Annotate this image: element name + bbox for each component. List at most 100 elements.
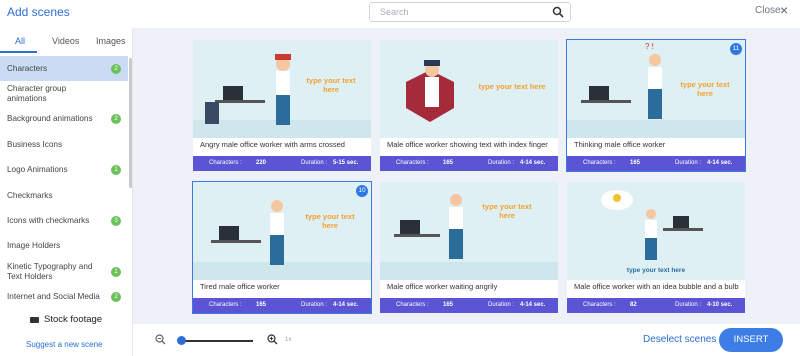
sidebar-item-character-group-animations[interactable]: Character group animations: [0, 81, 128, 106]
count-badge: 2: [111, 114, 121, 125]
sidebar-item-label: Background animations: [7, 114, 93, 124]
sidebar-item-label: Business Icons: [7, 139, 63, 149]
sidebar-item-image-holders[interactable]: Image Holders: [0, 234, 128, 259]
characters-count: 165: [443, 302, 454, 308]
count-badge: 2: [111, 292, 121, 303]
scene-title: Male office worker waiting angrily: [387, 282, 498, 291]
sidebar-item-icons-with-checkmarks[interactable]: Icons with checkmarks 3: [0, 208, 128, 233]
scene-info-bar: Characters : 82 Duration : 4-10 sec.: [567, 298, 745, 313]
zoom-slider-track[interactable]: [181, 340, 253, 342]
scene-card[interactable]: type your text here 10 Tired male office…: [192, 181, 372, 314]
characters-count: 165: [256, 302, 267, 308]
sidebar-item-label: Image Holders: [7, 241, 61, 251]
scene-info-bar: Characters : 165 Duration : 4-14 sec.: [193, 298, 371, 313]
duration-value: 4-14 sec.: [333, 302, 359, 308]
sidebar-item-checkmarks[interactable]: Checkmarks: [0, 183, 128, 208]
category-tabs: All Videos Images: [0, 28, 133, 56]
sidebar-item-kinetic-typography[interactable]: Kinetic Typography and Text Holders 1: [0, 259, 128, 284]
scene-info-bar: Characters : 165 Duration : 4-14 sec.: [567, 156, 745, 171]
search-placeholder: Search: [380, 7, 409, 17]
sidebar-item-business-icons[interactable]: Business Icons: [0, 132, 128, 157]
duration-label: Duration :: [301, 160, 328, 166]
close-icon[interactable]: ×: [780, 2, 788, 18]
sidebar-item-background-animations[interactable]: Background animations 2: [0, 107, 128, 132]
scene-thumbnail: type your text here: [380, 182, 558, 280]
bottom-bar: 1x Deselect scenes INSERT: [133, 324, 800, 356]
tab-videos[interactable]: Videos: [52, 36, 79, 46]
characters-count: 165: [630, 160, 641, 166]
suggest-scene-link[interactable]: Suggest a new scene: [26, 340, 103, 349]
zoom-slider-handle[interactable]: [177, 336, 186, 345]
stock-footage-button[interactable]: Stock footage: [44, 314, 102, 325]
duration-label: Duration :: [675, 302, 702, 308]
scene-thumbnail: type your text here: [380, 40, 558, 138]
scene-info-bar: Characters : 165 Duration : 4-14 sec.: [380, 156, 558, 171]
duration-label: Duration :: [301, 302, 328, 308]
scene-illustration: [193, 182, 371, 280]
scene-card[interactable]: type your text here Male office worker s…: [380, 40, 558, 171]
sidebar-item-label: Icons with checkmarks: [7, 216, 90, 226]
scene-title: Tired male office worker: [200, 282, 280, 291]
sidebar-item-label: Character group animations: [7, 84, 67, 104]
insert-button[interactable]: INSERT: [719, 328, 783, 352]
sidebar-item-label: Characters: [7, 63, 48, 73]
selection-order-badge: 10: [356, 185, 368, 197]
count-badge: 3: [111, 216, 121, 227]
text-placeholder: type your text here: [482, 202, 532, 220]
search-icon[interactable]: [552, 6, 564, 18]
active-tab-indicator: [0, 51, 37, 53]
sidebar-item-characters[interactable]: Characters 2: [0, 56, 128, 82]
scene-title: Male office worker with an idea bubble a…: [574, 282, 739, 291]
scene-thumbnail: type your text here: [567, 182, 745, 280]
scene-thumbnail: type your text here 10: [193, 182, 371, 280]
characters-label: Characters :: [209, 160, 242, 166]
tab-all[interactable]: All: [15, 36, 25, 46]
text-placeholder: type your text here: [305, 212, 355, 230]
sidebar-item-label: Logo Animations: [7, 165, 68, 175]
scene-illustration: [380, 182, 558, 280]
text-placeholder: type your text here: [478, 82, 546, 91]
scene-card[interactable]: type your text here Angry male office wo…: [193, 40, 371, 171]
video-camera-icon: [30, 317, 39, 323]
search-input[interactable]: Search: [369, 2, 571, 22]
sidebar-item-internet-social-media[interactable]: Internet and Social Media 2: [0, 285, 128, 306]
scene-info-bar: Characters : 165 Duration : 4-14 sec.: [380, 298, 558, 313]
duration-value: 4-10 sec.: [707, 302, 733, 308]
text-placeholder: type your text here: [626, 267, 686, 274]
category-list: Characters 2 Character group animations B…: [0, 56, 128, 306]
zoom-out-icon[interactable]: [155, 334, 166, 345]
count-badge: 2: [111, 63, 121, 74]
sidebar-item-logo-animations[interactable]: Logo Animations 1: [0, 158, 128, 183]
scene-info-bar: Characters : 220 Duration : 5-15 sec.: [193, 156, 371, 171]
zoom-level: 1x: [285, 337, 292, 343]
sidebar-item-label: Checkmarks: [7, 190, 53, 200]
sidebar: All Videos Images Characters 2 Character …: [0, 28, 133, 356]
scene-card[interactable]: ? ! type your text here 11 Thinking male…: [566, 39, 746, 172]
top-bar: Add scenes Search Close ×: [0, 0, 800, 28]
characters-label: Characters :: [209, 302, 242, 308]
scene-thumbnail: ? ! type your text here 11: [567, 40, 745, 138]
zoom-in-icon[interactable]: [267, 334, 278, 345]
sidebar-scrollbar[interactable]: [129, 58, 132, 188]
scene-card[interactable]: type your text here Male office worker w…: [380, 182, 558, 313]
count-badge: 1: [111, 266, 121, 277]
duration-value: 4-14 sec.: [520, 302, 546, 308]
tab-images[interactable]: Images: [96, 36, 126, 46]
duration-value: 5-15 sec.: [333, 160, 359, 166]
close-button[interactable]: Close: [755, 5, 781, 16]
scene-thumbnail: type your text here: [193, 40, 371, 138]
deselect-scenes-button[interactable]: Deselect scenes: [643, 334, 716, 345]
duration-value: 4-14 sec.: [520, 160, 546, 166]
scene-title: Angry male office worker with arms cross…: [200, 140, 345, 149]
characters-count: 220: [256, 160, 267, 166]
svg-text:? !: ? !: [645, 42, 654, 51]
characters-count: 82: [630, 302, 637, 308]
duration-label: Duration :: [488, 160, 515, 166]
selection-order-badge: 11: [730, 43, 742, 55]
scene-card[interactable]: type your text here Male office worker w…: [567, 182, 745, 313]
sidebar-item-label: Kinetic Typography and Text Holders: [7, 261, 93, 281]
duration-label: Duration :: [488, 302, 515, 308]
characters-label: Characters :: [396, 160, 429, 166]
scene-title: Male office worker showing text with ind…: [387, 140, 548, 149]
scene-grid: type your text here Angry male office wo…: [133, 28, 800, 324]
